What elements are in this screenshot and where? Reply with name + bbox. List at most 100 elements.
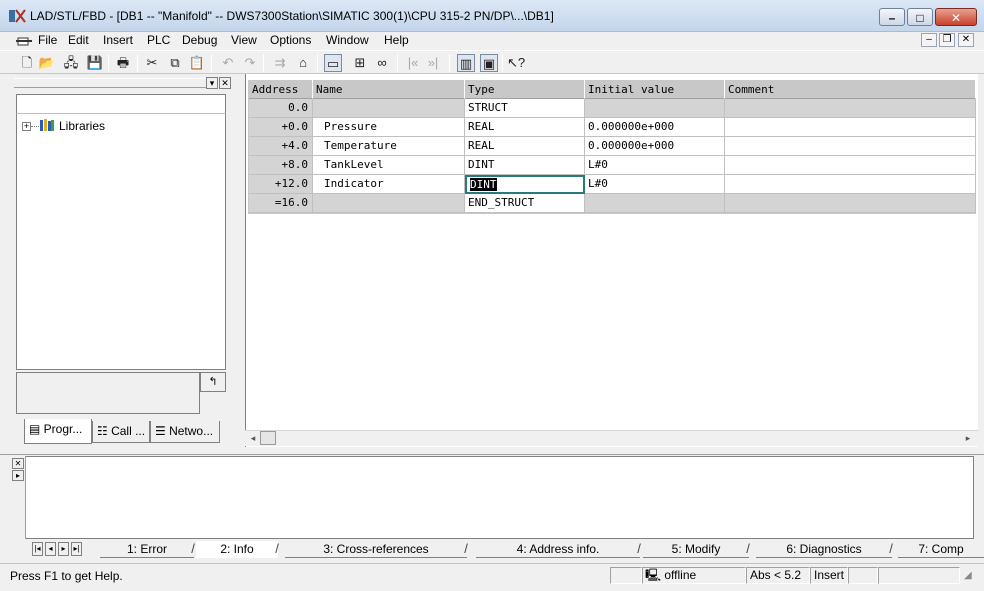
cell-address[interactable]: +0.0 <box>249 118 313 137</box>
cell-type[interactable]: REAL <box>465 137 585 156</box>
open-icon[interactable]: 📂 <box>38 54 56 72</box>
offline-toggle-icon[interactable]: ▭ <box>324 54 342 72</box>
cell-name[interactable]: TankLevel <box>313 156 465 175</box>
resize-grip-icon[interactable]: ◢ <box>964 570 978 584</box>
print-icon[interactable]: 🖶 <box>114 54 132 72</box>
network-open-icon[interactable]: 🖧 <box>62 54 80 72</box>
scroll-thumb[interactable] <box>260 431 276 445</box>
menu-help[interactable]: Help <box>384 33 409 49</box>
cell-address[interactable]: +12.0 <box>249 175 313 194</box>
column-header-initial[interactable]: Initial value <box>585 80 725 99</box>
copy-icon[interactable]: ⧉ <box>166 54 184 72</box>
menu-view[interactable]: View <box>231 33 257 49</box>
mdi-restore-button[interactable]: ❐ <box>939 33 955 47</box>
overview-toggle-icon[interactable]: ▥ <box>457 54 475 72</box>
first-tab-icon[interactable]: |◂ <box>32 542 43 556</box>
cell-comment[interactable] <box>725 156 976 175</box>
column-header-address[interactable]: Address <box>249 80 313 99</box>
monitor-icon[interactable]: ∞ <box>373 54 391 72</box>
column-header-comment[interactable]: Comment <box>725 80 976 99</box>
scroll-left-icon[interactable]: ◂ <box>247 431 259 445</box>
download-icon[interactable]: ⇉ <box>271 54 289 72</box>
menu-options[interactable]: Options <box>270 33 311 49</box>
context-help-icon[interactable]: ↖? <box>507 54 525 72</box>
cell-name[interactable]: Temperature <box>313 137 465 156</box>
upload-icon[interactable]: ⌂ <box>294 54 312 72</box>
menu-insert[interactable]: Insert <box>103 33 133 49</box>
horizontal-scrollbar[interactable] <box>245 430 978 446</box>
cell-address[interactable]: +4.0 <box>249 137 313 156</box>
program-elements-tree[interactable] <box>16 114 226 370</box>
cell-type[interactable]: STRUCT <box>465 99 585 118</box>
output-tab-7[interactable]: 7: Comp <box>898 541 984 558</box>
cell-address[interactable]: +8.0 <box>249 156 313 175</box>
output-close-icon[interactable]: ✕ <box>12 458 24 469</box>
cell-initial-value[interactable]: L#0 <box>585 175 725 194</box>
next-tab-icon[interactable]: ▸ <box>58 542 69 556</box>
tab-networks[interactable]: ☰ Netwo... <box>150 421 220 443</box>
cell-comment[interactable] <box>725 99 976 118</box>
output-tab-4[interactable]: 4: Address info. <box>476 541 640 558</box>
pane-close-icon[interactable]: ✕ <box>219 77 231 89</box>
output-tab-6[interactable]: 6: Diagnostics <box>756 541 892 558</box>
cell-comment[interactable] <box>725 175 976 194</box>
cell-comment[interactable] <box>725 194 976 213</box>
column-header-name[interactable]: Name <box>313 80 465 99</box>
accessible-nodes-icon[interactable]: ⊞ <box>351 54 369 72</box>
cell-initial-value[interactable]: L#0 <box>585 156 725 175</box>
mdi-minimize-button[interactable]: – <box>921 33 937 47</box>
column-header-type[interactable]: Type <box>465 80 585 99</box>
cell-type[interactable]: DINT <box>465 156 585 175</box>
cell-name[interactable] <box>313 99 465 118</box>
cell-address[interactable]: =16.0 <box>249 194 313 213</box>
cell-initial-value[interactable] <box>585 194 725 213</box>
pane-menu-icon[interactable]: ▾ <box>206 77 218 89</box>
output-tab-5[interactable]: 5: Modify <box>643 541 749 558</box>
tab-call-structure[interactable]: ☷ Call ... <box>92 421 150 443</box>
cell-name[interactable]: Pressure <box>313 118 465 137</box>
cut-icon[interactable]: ✂ <box>143 54 161 72</box>
tree-expand-icon[interactable]: + <box>22 122 31 131</box>
title-bar[interactable]: LAD/STL/FBD - [DB1 -- "Manifold" -- DWS7… <box>0 0 984 32</box>
new-icon[interactable]: 🗋 <box>18 54 36 72</box>
prev-tab-icon[interactable]: ◂ <box>45 542 56 556</box>
tab-program-elements[interactable]: ▤ Progr... <box>24 419 92 444</box>
cell-type[interactable]: DINT <box>465 175 585 194</box>
output-tab-1[interactable]: 1: Error <box>100 541 194 558</box>
scroll-right-icon[interactable]: ▸ <box>962 431 974 445</box>
menu-window[interactable]: Window <box>326 33 369 49</box>
output-tab-3[interactable]: 3: Cross-references <box>285 541 467 558</box>
paste-icon[interactable]: 📋 <box>188 54 206 72</box>
minimize-button[interactable]: – <box>879 8 905 26</box>
save-icon[interactable]: 💾 <box>86 54 104 72</box>
cell-initial-value[interactable] <box>585 99 725 118</box>
output-tab-2[interactable]: 2: Info <box>196 541 278 558</box>
undo-icon[interactable]: ↶ <box>219 54 237 72</box>
menu-debug[interactable]: Debug <box>182 33 217 49</box>
document-menu-icon[interactable] <box>16 35 32 47</box>
close-button[interactable]: ✕ <box>935 8 977 26</box>
output-menu-icon[interactable]: ▸ <box>12 470 24 481</box>
cell-name[interactable] <box>313 194 465 213</box>
cell-initial-value[interactable]: 0.000000e+000 <box>585 118 725 137</box>
cell-initial-value[interactable]: 0.000000e+000 <box>585 137 725 156</box>
previous-network-icon[interactable]: |« <box>404 54 422 72</box>
pane-splitter[interactable] <box>0 449 984 455</box>
menu-plc[interactable]: PLC <box>147 33 170 49</box>
output-pane[interactable] <box>10 456 974 539</box>
redo-icon[interactable]: ↷ <box>241 54 259 72</box>
cell-comment[interactable] <box>725 118 976 137</box>
cell-comment[interactable] <box>725 137 976 156</box>
cell-address[interactable]: 0.0 <box>249 99 313 118</box>
cell-type[interactable]: REAL <box>465 118 585 137</box>
cell-type[interactable]: END_STRUCT <box>465 194 585 213</box>
details-toggle-icon[interactable]: ▣ <box>480 54 498 72</box>
maximize-button[interactable]: □ <box>907 8 933 26</box>
mdi-close-button[interactable]: ✕ <box>958 33 974 47</box>
menu-edit[interactable]: Edit <box>68 33 89 49</box>
last-tab-icon[interactable]: ▸| <box>71 542 82 556</box>
tree-item-libraries[interactable]: Libraries <box>59 119 105 133</box>
menu-file[interactable]: File <box>38 33 57 49</box>
pane-grip[interactable] <box>14 78 210 88</box>
next-network-icon[interactable]: »| <box>424 54 442 72</box>
